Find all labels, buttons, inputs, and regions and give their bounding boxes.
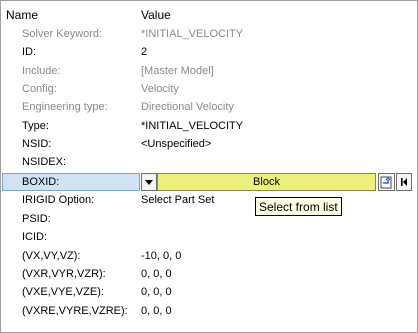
row-value[interactable]: 0, 0, 0 (141, 305, 172, 317)
row-label: Include: (22, 65, 61, 77)
row-label: Engineering type: (22, 101, 108, 113)
row-nsid[interactable]: NSID: <Unspecified> (2, 135, 412, 153)
row-velocity[interactable]: (VX,VY,VZ): -10, 0, 0 (2, 247, 412, 265)
row-value[interactable]: *INITIAL_VELOCITY (141, 120, 243, 132)
row-velocity-exempt[interactable]: (VXE,VYE,VZE): 0, 0, 0 (2, 283, 412, 301)
row-label: (VXE,VYE,VZE): (22, 286, 104, 298)
row-irigid-option[interactable]: IRIGID Option: Select Part Set (2, 191, 412, 209)
row-psid[interactable]: PSID: (2, 210, 412, 228)
row-rotational-velocity-exempt[interactable]: (VXRE,VYRE,VZRE): 0, 0, 0 (2, 302, 412, 320)
chevron-down-icon[interactable] (141, 173, 157, 191)
row-nsidex[interactable]: NSIDEX: (2, 153, 412, 171)
entity-editor-panel: Name Value Solver Keyword: *INITIAL_VELO… (0, 0, 418, 333)
row-id[interactable]: ID: 2 (2, 43, 412, 61)
name-column-header: Name (6, 8, 39, 22)
boxid-value-field[interactable]: Block (157, 173, 376, 191)
tooltip: Select from list (255, 197, 342, 216)
row-label: (VXRE,VYRE,VZRE): (22, 305, 128, 317)
table-header: Name Value (2, 5, 412, 25)
boxid-combo[interactable]: Block (141, 173, 376, 191)
row-engineering-type[interactable]: Engineering type: Directional Velocity (2, 98, 412, 116)
row-label: Type: (22, 120, 49, 132)
row-value[interactable]: Select Part Set (141, 194, 214, 206)
row-value[interactable]: 0, 0, 0 (141, 268, 172, 280)
row-solver-keyword[interactable]: Solver Keyword: *INITIAL_VELOCITY (2, 25, 412, 43)
row-boxid[interactable]: BOXID: Block (2, 173, 412, 191)
row-label: (VXR,VYR,VZR): (22, 268, 106, 280)
row-value[interactable]: -10, 0, 0 (141, 250, 181, 262)
row-rotational-velocity[interactable]: (VXR,VYR,VZR): 0, 0, 0 (2, 265, 412, 283)
row-value[interactable]: <Unspecified> (141, 138, 211, 150)
row-value: Directional Velocity (141, 101, 234, 113)
select-entity-icon[interactable] (378, 173, 395, 191)
row-value[interactable]: 2 (141, 46, 147, 58)
row-label: NSID: (22, 138, 52, 150)
row-value[interactable]: 0, 0, 0 (141, 286, 172, 298)
value-column-header: Value (141, 8, 171, 22)
row-label: NSIDEX: (22, 156, 67, 168)
row-value: Velocity (141, 83, 179, 95)
row-label: (VX,VY,VZ): (22, 250, 81, 262)
row-label: Config: (22, 83, 57, 95)
row-label: Solver Keyword: (22, 28, 103, 40)
row-label: ICID: (22, 231, 48, 243)
skip-to-end-icon[interactable] (396, 173, 412, 191)
row-include[interactable]: Include: [Master Model] (2, 62, 412, 80)
row-type[interactable]: Type: *INITIAL_VELOCITY (2, 117, 412, 135)
row-value: *INITIAL_VELOCITY (141, 28, 244, 40)
row-label: BOXID: (22, 176, 60, 188)
row-label: PSID: (22, 213, 51, 225)
row-label: ID: (22, 46, 37, 58)
row-label: IRIGID Option: (22, 194, 95, 206)
row-icid[interactable]: ICID: (2, 228, 412, 246)
row-value: [Master Model] (141, 65, 214, 77)
row-config[interactable]: Config: Velocity (2, 80, 412, 98)
